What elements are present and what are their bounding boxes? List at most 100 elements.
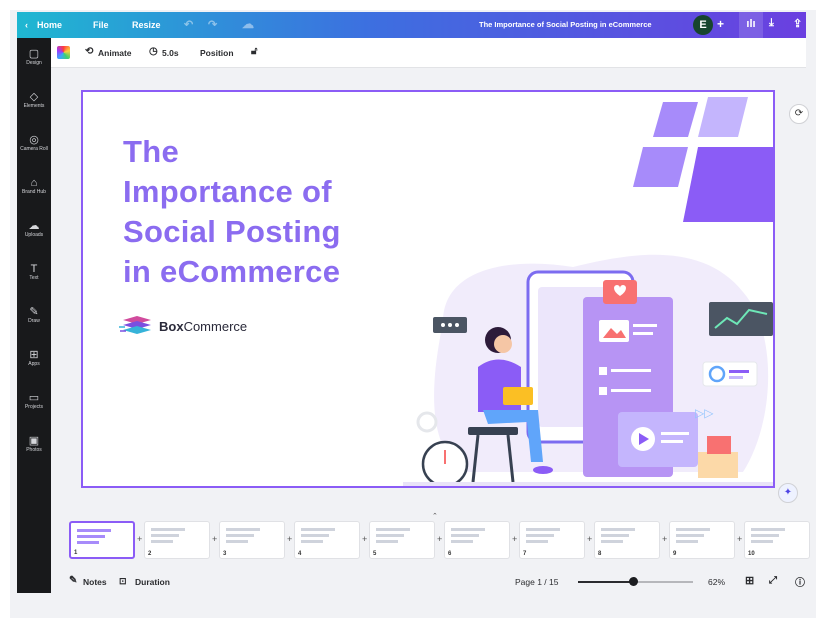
- add-page-icon[interactable]: +: [437, 534, 442, 544]
- rail-item-camera-roll[interactable]: ◎ Camera Roll: [17, 134, 51, 153]
- delivery-box: [698, 452, 738, 478]
- thumbnail-content: [376, 534, 404, 537]
- zoom-slider[interactable]: [578, 577, 693, 586]
- duration-icon[interactable]: ⊡: [119, 576, 127, 587]
- thumbnail-content: [151, 528, 185, 531]
- text-icon: T: [30, 263, 38, 275]
- file-menu[interactable]: File: [93, 20, 109, 30]
- chat-dot: [448, 323, 452, 327]
- add-page-icon[interactable]: +: [287, 534, 292, 544]
- page-thumbnail[interactable]: 4: [294, 521, 360, 559]
- page-thumbnail[interactable]: 8: [594, 521, 660, 559]
- page-thumbnail[interactable]: 2: [144, 521, 210, 559]
- thumbnail-content: [226, 540, 248, 543]
- add-page-icon[interactable]: +: [137, 534, 142, 544]
- ecommerce-illustration[interactable]: ▷▷: [403, 92, 775, 488]
- top-bar: ‹ Home File Resize ↶ ↷ ☁ The Importance …: [17, 12, 806, 38]
- thumbnail-content: [77, 541, 99, 544]
- editor-toolbar: ⟲ Animate ◷ 5.0s Position 🔓︎: [51, 38, 806, 68]
- rail-item-label: Photos: [26, 447, 42, 453]
- thumbnail-content: [151, 540, 173, 543]
- thumbnail-content: [451, 540, 473, 543]
- add-page-icon[interactable]: +: [587, 534, 592, 544]
- duration-button[interactable]: 5.0s: [162, 48, 179, 58]
- fullscreen-icon[interactable]: ⤢: [769, 575, 777, 586]
- grid-view-icon[interactable]: ⊞: [745, 574, 754, 587]
- page-thumbnail[interactable]: 5: [369, 521, 435, 559]
- share-icon[interactable]: ⇪: [793, 17, 802, 30]
- slide-canvas[interactable]: The Importance of Social Posting in eCommer…: [81, 90, 775, 488]
- duration-footer-button[interactable]: Duration: [135, 577, 170, 587]
- page-number: 6: [448, 551, 452, 557]
- avatar[interactable]: E: [693, 15, 713, 35]
- brand-logo[interactable]: BoxCommerce: [119, 314, 247, 338]
- rail-item-brand-hub[interactable]: ⌂ Brand Hub: [17, 177, 51, 196]
- brand-hub-icon: ⌂: [30, 177, 38, 189]
- add-page-icon[interactable]: +: [512, 534, 517, 544]
- rail-item-apps[interactable]: ⊞ Apps: [17, 349, 51, 368]
- thumbnail-content: [601, 540, 623, 543]
- thumbnail-content: [451, 534, 479, 537]
- deco-tile: [698, 97, 748, 137]
- rail-item-label: Design: [26, 60, 42, 66]
- rail-item-label: Apps: [28, 361, 40, 367]
- refresh-icon[interactable]: ⟳: [789, 104, 809, 124]
- rail-item-photos[interactable]: ▣ Photos: [17, 435, 51, 454]
- page-indicator[interactable]: Page 1 / 15: [515, 577, 558, 587]
- rail-item-design[interactable]: ▢ Design: [17, 48, 51, 67]
- page-thumbnail[interactable]: 9: [669, 521, 735, 559]
- slide-title-line: Importance of: [123, 174, 332, 209]
- back-chevron-icon[interactable]: ‹: [25, 20, 28, 30]
- notes-button[interactable]: Notes: [83, 577, 107, 587]
- side-panel-rail: ▢ Design ◇ Elements ◎ Camera Roll ⌂ Brand Hub ☁ U…: [17, 38, 51, 593]
- thumbnail-content: [226, 528, 260, 531]
- lock-icon[interactable]: 🔓︎: [251, 46, 257, 57]
- rail-item-text[interactable]: T Text: [17, 263, 51, 282]
- rail-item-uploads[interactable]: ☁ Uploads: [17, 220, 51, 239]
- document-title[interactable]: The Importance of Social Posting in eCom…: [479, 20, 652, 29]
- rail-item-label: Uploads: [24, 232, 44, 238]
- position-button[interactable]: Position: [200, 48, 234, 58]
- panel-line: [633, 324, 657, 327]
- camera-roll-icon: ◎: [29, 134, 39, 146]
- video-card: [618, 412, 698, 467]
- resize-menu[interactable]: Resize: [132, 20, 161, 30]
- redo-icon[interactable]: ↷: [208, 18, 217, 31]
- page-thumbnail[interactable]: 6: [444, 521, 510, 559]
- zoom-level[interactable]: 62%: [708, 577, 725, 587]
- panel-line: [611, 369, 651, 372]
- rail-item-projects[interactable]: ▭ Projects: [17, 392, 51, 411]
- undo-icon[interactable]: ↶: [184, 18, 193, 31]
- thumbnail-content: [676, 534, 704, 537]
- animate-button[interactable]: Animate: [98, 48, 132, 58]
- page-thumbnail[interactable]: 3: [219, 521, 285, 559]
- rail-item-label: Text: [29, 275, 39, 281]
- rail-item-elements[interactable]: ◇ Elements: [17, 91, 51, 110]
- rail-item-label: Camera Roll: [20, 146, 48, 152]
- cloud-save-icon[interactable]: ☁: [242, 17, 254, 31]
- analytics-icon[interactable]: ılı: [739, 12, 763, 38]
- magic-assist-icon[interactable]: ✦: [778, 483, 798, 503]
- rail-item-draw[interactable]: ✎ Draw: [17, 306, 51, 325]
- download-icon[interactable]: ⤓: [769, 17, 774, 30]
- page-number: 4: [298, 551, 302, 557]
- page-thumbnail[interactable]: 1: [69, 521, 135, 559]
- help-icon[interactable]: ⓘ: [795, 574, 805, 589]
- thumbnail-content: [601, 534, 629, 537]
- add-page-icon[interactable]: +: [662, 534, 667, 544]
- notes-icon[interactable]: ✎: [69, 575, 77, 586]
- color-picker-icon[interactable]: [57, 46, 70, 59]
- brand-name-bold: Box: [159, 318, 184, 334]
- home-button[interactable]: Home: [37, 20, 62, 30]
- page-thumbnail[interactable]: 10: [744, 521, 810, 559]
- add-page-icon[interactable]: +: [362, 534, 367, 544]
- thumbnail-content: [601, 528, 635, 531]
- slide-title[interactable]: The Importance of Social Posting in eCommer…: [123, 132, 341, 292]
- add-page-icon[interactable]: +: [212, 534, 217, 544]
- zoom-slider-knob[interactable]: [629, 577, 639, 586]
- add-icon[interactable]: +: [717, 17, 724, 31]
- thumbnail-content: [526, 528, 560, 531]
- add-page-icon[interactable]: +: [737, 534, 742, 544]
- page-thumbnail[interactable]: 7: [519, 521, 585, 559]
- thumbnail-content: [751, 528, 785, 531]
